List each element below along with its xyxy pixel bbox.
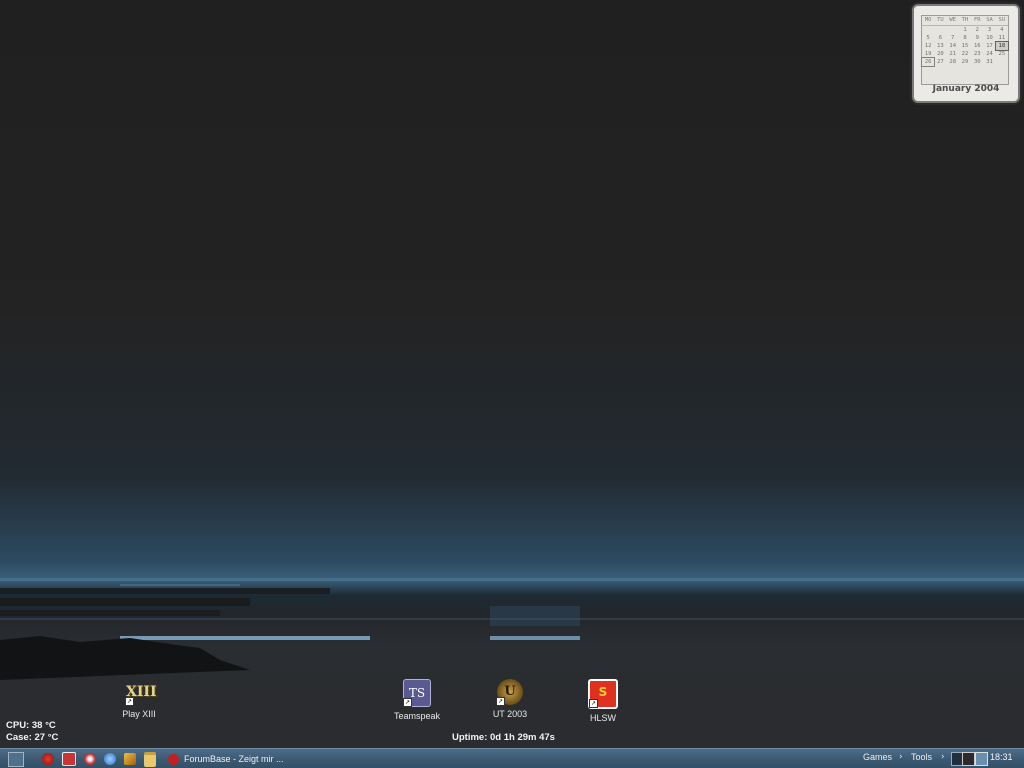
calendar-day: 28 [949,59,957,65]
desktop-icon-label: Play XIII [122,709,156,719]
calendar-day: 1 [963,27,967,33]
calendar-week-row: 12 13 14 15 16 17 18 [922,41,1009,51]
start-button[interactable] [8,752,24,767]
desktop-icon-ut2003[interactable]: U ↗ UT 2003 [475,679,545,719]
calendar-week-row: 1 2 3 4 [922,26,1008,34]
calendar-week-row: 5 6 7 8 9 10 11 [922,34,1008,42]
calendar-weekday: SA [983,16,996,26]
desktop-icon-label: HLSW [589,713,616,723]
calendar-day [947,26,959,34]
calendar-weekday: SU [995,16,1008,26]
calendar-day: 21 [949,51,957,57]
calendar-day: 31 [986,59,993,65]
quick-launch [42,751,164,767]
calendar-day: 6 [938,35,943,41]
calendar-day: 11 [998,35,1006,41]
shortcut-arrow-icon: ↗ [125,697,134,706]
calendar-month-title: January 2004 [932,84,1000,94]
calendar-day: 8 [963,35,967,41]
xiii-game-icon: XIII ↗ [125,684,157,706]
quick-launch-red-icon[interactable] [42,753,54,765]
calendar-day: 25 [998,51,1006,57]
calendar-day: 27 [937,59,944,65]
calendar-week-row: 26 27 28 29 30 31 [920,57,1008,67]
hlsw-icon: S ↗ [588,679,618,709]
calendar-weekday: TH [958,16,972,26]
calendar-day [996,58,1008,66]
desktop-icon-play-xiii[interactable]: XIII ↗ Play XIII [104,679,174,719]
calendar-day: 19 [924,51,932,57]
calendar-day: 22 [961,51,969,57]
calendar-day [922,26,934,34]
calendar-day: 4 [1000,27,1004,33]
calendar-day: 15 [961,43,969,49]
calendar-day: 9 [975,35,979,41]
tray-computer-icon[interactable] [975,752,988,766]
taskbar: ForumBase - Zeigt mir ... Games › Tools … [0,748,1024,768]
calendar-weekday: FR [971,16,984,26]
calendar-day: 26 [920,57,936,67]
quick-launch-browser-icon[interactable] [104,753,116,765]
quick-launch-folder-icon[interactable] [144,751,156,767]
calendar-day: 13 [937,43,944,49]
calendar-week-row: 19 20 21 22 23 24 25 [922,50,1008,58]
tray-monitor-icon[interactable] [962,752,975,766]
case-temperature: Case: 27 °C [6,732,59,743]
cpu-temperature: CPU: 38 °C [6,720,56,731]
calendar-day: 12 [924,43,932,49]
calendar-weekday: TU [934,16,947,26]
calendar-day: 24 [986,51,993,57]
toolbar-menu-tools[interactable]: Tools [911,752,932,762]
quick-launch-game-icon[interactable] [62,752,76,766]
calendar-day: 23 [973,51,981,57]
quick-launch-tool-icon[interactable] [124,753,136,765]
calendar-weekday: WE [946,16,959,26]
calendar-day: 18 [994,41,1009,51]
desktop-icon-label: Teamspeak [393,711,441,721]
calendar-day: 16 [973,43,981,49]
calendar-day [934,26,946,34]
desktop-icon-hlsw[interactable]: S ↗ HLSW [568,679,638,723]
shortcut-arrow-icon: ↗ [496,697,505,706]
calendar-day: 30 [973,59,981,65]
task-button-forumbase[interactable]: ForumBase - Zeigt mir ... [168,751,284,767]
calendar-day: 2 [975,27,979,33]
calendar-day: 14 [949,43,957,49]
calendar-day: 3 [987,27,992,33]
calendar-grid: MO TU WE TH FR SA SU 1 2 3 4 5 6 7 8 9 10 11 12 13 14 15 16 17… [920,15,1009,85]
chevron-right-icon[interactable]: › [899,752,903,762]
chevron-right-icon[interactable]: › [941,752,945,762]
calendar-day: 17 [986,43,993,49]
ut2003-icon: U ↗ [496,679,523,706]
quick-launch-disc-icon[interactable] [84,753,96,765]
calendar-widget: MO TU WE TH FR SA SU 1 2 3 4 5 6 7 8 9 10 11 12 13 14 15 16 17… [912,4,1020,103]
teamspeak-icon: TS ↗ [403,679,431,707]
forumbase-app-icon [168,753,179,765]
calendar-day: 5 [926,35,930,41]
desktop-icon-teamspeak[interactable]: TS ↗ Teamspeak [382,679,452,721]
calendar-day: 29 [961,59,969,65]
toolbar-menu-games[interactable]: Games [863,752,892,762]
calendar-day: 7 [951,35,955,41]
shortcut-arrow-icon: ↗ [403,698,412,707]
calendar-day: 10 [986,35,993,41]
calendar-weekday: MO [922,16,935,26]
calendar-day: 20 [937,51,944,57]
shortcut-arrow-icon: ↗ [589,699,598,708]
uptime-display: Uptime: 0d 1h 29m 47s [452,732,555,743]
taskbar-clock: 18:31 [990,752,1013,762]
wallpaper-shore [0,636,250,680]
desktop-icon-label: UT 2003 [492,709,528,719]
task-button-label: ForumBase - Zeigt mir ... [184,754,284,764]
